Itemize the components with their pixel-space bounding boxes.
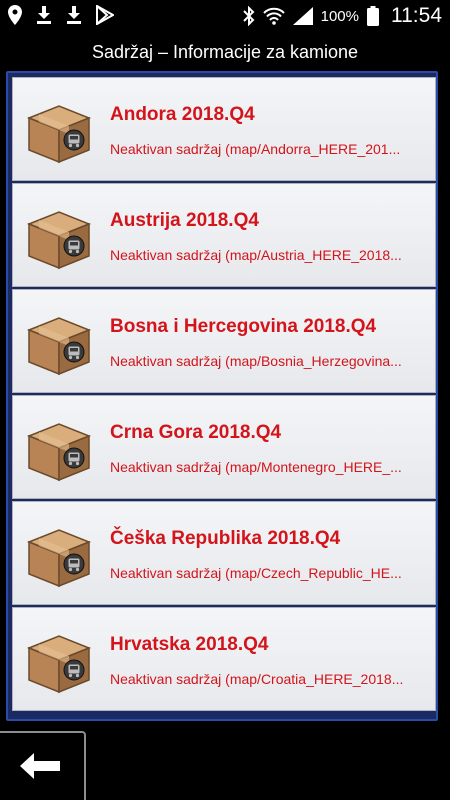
item-status: Neaktivan sadržaj (map/Andorra_HERE_201.… (110, 141, 401, 157)
clock: 11:54 (391, 4, 442, 27)
download-icon (37, 6, 51, 24)
item-status: Neaktivan sadržaj (map/Bosnia_Herzegovin… (110, 353, 402, 369)
signal-icon (292, 7, 313, 25)
list-item[interactable]: Andora 2018.Q4 Neaktivan sadržaj (map/An… (12, 77, 436, 181)
bluetooth-icon (242, 6, 255, 26)
page-title: Sadržaj – Informacije za kamione (91, 42, 359, 62)
content-list-frame: Andora 2018.Q4 Neaktivan sadržaj (map/An… (6, 71, 438, 721)
list-item[interactable]: Češka Republika 2018.Q4 Neaktivan sadrža… (12, 501, 436, 605)
status-bar: 100% 11:54 (0, 0, 450, 33)
wifi-icon (262, 7, 285, 25)
item-title: Češka Republika 2018.Q4 (110, 528, 341, 549)
list-item[interactable]: Bosna i Hercegovina 2018.Q4 Neaktivan sa… (12, 289, 436, 393)
item-status: Neaktivan sadržaj (map/Austria_HERE_2018… (110, 247, 402, 263)
item-title: Hrvatska 2018.Q4 (110, 634, 269, 655)
list-item[interactable]: Crna Gora 2018.Q4 Neaktivan sadržaj (map… (12, 395, 436, 499)
list-item[interactable]: Hrvatska 2018.Q4 Neaktivan sadržaj (map/… (12, 607, 436, 711)
play-store-icon (96, 5, 114, 25)
truck-package-icon (26, 423, 92, 482)
battery-icon (367, 6, 379, 26)
list-item[interactable]: Austrija 2018.Q4 Neaktivan sadržaj (map/… (12, 183, 436, 287)
item-status: Neaktivan sadržaj (map/Montenegro_HERE_.… (110, 459, 402, 475)
truck-package-icon (26, 317, 92, 376)
truck-package-icon (26, 211, 92, 270)
truck-package-icon (26, 635, 92, 694)
item-title: Andora 2018.Q4 (110, 104, 255, 125)
item-title: Crna Gora 2018.Q4 (110, 422, 282, 443)
back-arrow-icon (20, 753, 60, 779)
content-list: Andora 2018.Q4 Neaktivan sadržaj (map/An… (12, 77, 436, 713)
battery-percent: 100% (320, 7, 359, 25)
back-button[interactable] (0, 731, 86, 800)
truck-package-icon (26, 105, 92, 164)
download-icon (67, 6, 81, 24)
item-title: Austrija 2018.Q4 (110, 210, 259, 231)
item-status: Neaktivan sadržaj (map/Czech_Republic_HE… (110, 565, 402, 581)
truck-package-icon (26, 529, 92, 588)
location-icon (8, 5, 22, 25)
item-title: Bosna i Hercegovina 2018.Q4 (110, 316, 377, 337)
item-status: Neaktivan sadržaj (map/Croatia_HERE_2018… (110, 671, 404, 687)
